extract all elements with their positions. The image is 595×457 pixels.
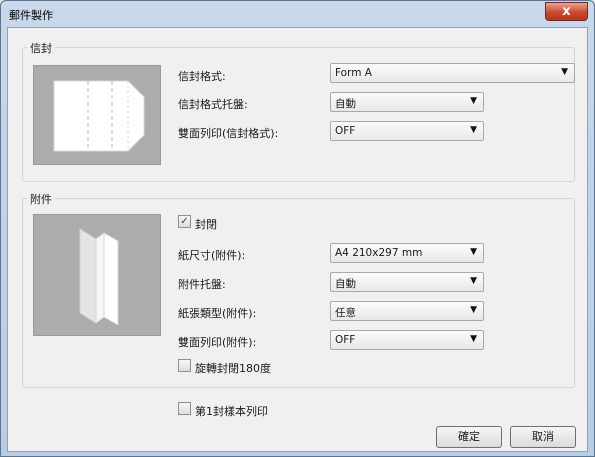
envelope-tray-select[interactable]: 自動 ▼: [330, 92, 484, 112]
attachment-tray-label: 附件托盤:: [178, 278, 226, 291]
chevron-down-icon: ▼: [470, 247, 477, 257]
envelope-shape: [53, 80, 145, 152]
envelope-format-label: 信封格式:: [178, 70, 226, 83]
ok-button[interactable]: 確定: [436, 426, 502, 448]
envelope-format-value: Form A: [335, 67, 372, 79]
rotate-checkbox[interactable]: [178, 359, 191, 372]
chevron-down-icon: ▼: [470, 96, 477, 106]
seal-label: 封閉: [195, 218, 217, 231]
paper-size-label: 紙尺寸(附件):: [178, 249, 246, 262]
envelope-tray-label: 信封格式托盤:: [178, 98, 248, 111]
checkmark-icon: ✓: [180, 216, 189, 227]
chevron-down-icon: ▼: [470, 334, 477, 344]
title-bar[interactable]: 郵件製作 x: [1, 1, 594, 27]
envelope-preview: [33, 65, 161, 165]
paper-size-value: A4 210x297 mm: [335, 247, 423, 259]
paper-type-value: 任意: [335, 307, 356, 319]
envelope-format-select[interactable]: Form A ▼: [330, 63, 575, 83]
paper-size-select[interactable]: A4 210x297 mm ▼: [330, 243, 484, 263]
window-title: 郵件製作: [9, 9, 53, 22]
attachment-tray-value: 自動: [335, 278, 356, 290]
dialog-window: 郵件製作 x 信封 信封格式: Form A ▼ 信封格式托盤: 自動 ▼ 雙面…: [0, 0, 595, 457]
attachment-group-title: 附件: [27, 191, 55, 207]
close-icon: x: [562, 4, 571, 19]
paper-type-select[interactable]: 任意 ▼: [330, 301, 484, 321]
attachment-duplex-value: OFF: [335, 334, 356, 346]
envelope-duplex-value: OFF: [335, 125, 356, 137]
envelope-group-title: 信封: [27, 40, 55, 56]
chevron-down-icon: ▼: [470, 276, 477, 286]
chevron-down-icon: ▼: [470, 125, 477, 135]
letter-panel-right: [103, 232, 119, 326]
envelope-duplex-label: 雙面列印(信封格式):: [178, 127, 279, 140]
letter-panel-left: [79, 228, 97, 324]
envelope-tray-value: 自動: [335, 98, 356, 110]
close-button[interactable]: x: [545, 2, 588, 21]
chevron-down-icon: ▼: [470, 305, 477, 315]
envelope-duplex-select[interactable]: OFF ▼: [330, 121, 484, 141]
attachment-preview: [33, 214, 161, 336]
attachment-duplex-label: 雙面列印(附件):: [178, 336, 257, 349]
attachment-tray-select[interactable]: 自動 ▼: [330, 272, 484, 292]
attachment-duplex-select[interactable]: OFF ▼: [330, 330, 484, 350]
chevron-down-icon: ▼: [561, 67, 568, 77]
letter-panel-middle: [95, 232, 105, 324]
first-sample-checkbox[interactable]: [178, 402, 191, 415]
cancel-button[interactable]: 取消: [510, 426, 576, 448]
rotate-label: 旋轉封閉180度: [195, 362, 271, 375]
first-sample-label: 第1封樣本列印: [195, 405, 268, 418]
envelope-illustration: [53, 80, 145, 152]
dialog-client-area: 信封 信封格式: Form A ▼ 信封格式托盤: 自動 ▼ 雙面列印(信封格式…: [7, 27, 588, 452]
seal-checkbox[interactable]: ✓: [178, 215, 191, 228]
paper-type-label: 紙張類型(附件):: [178, 307, 257, 320]
folded-letter-illustration: [79, 228, 119, 326]
